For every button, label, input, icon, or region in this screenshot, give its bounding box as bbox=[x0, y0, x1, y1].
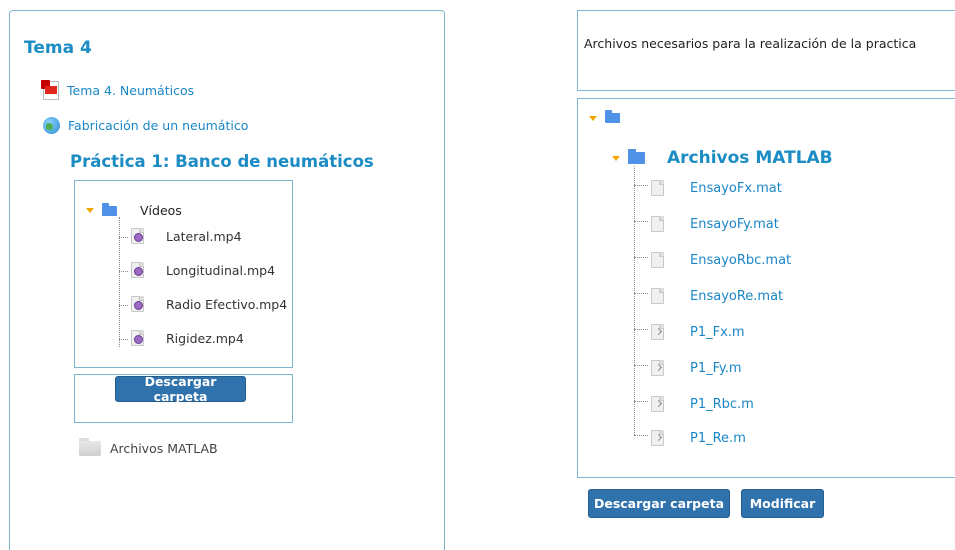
file-node[interactable]: Lateral.mp4 bbox=[131, 228, 242, 244]
file-label: P1_Fy.m bbox=[690, 360, 742, 376]
video-file-icon bbox=[131, 330, 144, 346]
video-file-icon bbox=[131, 262, 144, 278]
file-node[interactable]: Rigidez.mp4 bbox=[131, 330, 244, 346]
resource-label: Tema 4. Neumáticos bbox=[67, 83, 195, 98]
download-folder-button[interactable]: Descargar carpeta bbox=[588, 489, 730, 518]
file-node[interactable]: EnsayoRbc.mat bbox=[651, 252, 791, 268]
file-label: P1_Rbc.m bbox=[690, 396, 754, 412]
resource-label: Fabricación de un neumático bbox=[68, 118, 249, 133]
folder-label: Archivos MATLAB bbox=[110, 441, 218, 456]
file-label: EnsayoFx.mat bbox=[690, 180, 782, 196]
file-node[interactable]: EnsayoFy.mat bbox=[651, 216, 779, 232]
folder-label: Vídeos bbox=[140, 203, 182, 218]
file-node[interactable]: Longitudinal.mp4 bbox=[131, 262, 275, 278]
file-icon bbox=[651, 288, 664, 304]
modify-button[interactable]: Modificar bbox=[741, 489, 824, 518]
resource-link-pdf[interactable]: Tema 4. Neumáticos bbox=[41, 80, 195, 100]
file-node[interactable]: P1_Fx.m bbox=[651, 324, 745, 340]
folder-icon bbox=[102, 202, 117, 216]
file-node[interactable]: EnsayoFx.mat bbox=[651, 180, 782, 196]
file-label: P1_Fx.m bbox=[690, 324, 745, 340]
folder-node-matlab[interactable]: Archivos MATLAB bbox=[612, 148, 833, 168]
folder-description: Archivos necesarios para la realización … bbox=[584, 36, 917, 51]
resource-link-url[interactable]: Fabricación de un neumático bbox=[43, 117, 248, 134]
caret-down-icon[interactable] bbox=[86, 208, 94, 213]
folder-node-videos[interactable]: Vídeos bbox=[86, 202, 182, 218]
file-label: Radio Efectivo.mp4 bbox=[166, 296, 288, 312]
folder-icon bbox=[79, 438, 101, 456]
file-label: EnsayoFy.mat bbox=[690, 216, 779, 232]
folder-node-root[interactable] bbox=[589, 110, 620, 123]
globe-icon bbox=[43, 117, 60, 134]
section-title: Tema 4 bbox=[24, 38, 92, 58]
file-icon bbox=[651, 180, 664, 196]
file-label: Rigidez.mp4 bbox=[166, 330, 244, 346]
caret-down-icon[interactable] bbox=[589, 115, 597, 121]
script-file-icon bbox=[651, 430, 664, 446]
folder-tree-videos: Vídeos Lateral.mp4 Longitudinal.mp4 Radi… bbox=[74, 180, 293, 368]
caret-down-icon[interactable] bbox=[612, 155, 620, 161]
file-node[interactable]: P1_Re.m bbox=[651, 430, 746, 446]
pdf-icon bbox=[41, 80, 59, 100]
file-icon bbox=[651, 252, 664, 268]
file-label: Longitudinal.mp4 bbox=[166, 262, 276, 278]
folder-link-matlab[interactable]: Archivos MATLAB bbox=[79, 438, 218, 456]
file-node[interactable]: P1_Fy.m bbox=[651, 360, 742, 376]
folder-description-box: Archivos necesarios para la realización … bbox=[577, 10, 955, 91]
folder-icon bbox=[628, 149, 645, 164]
download-folder-button[interactable]: Descargar carpeta bbox=[115, 374, 246, 404]
script-file-icon bbox=[651, 396, 664, 412]
file-node[interactable]: P1_Rbc.m bbox=[651, 396, 754, 412]
file-label: Lateral.mp4 bbox=[166, 228, 242, 244]
video-file-icon bbox=[131, 228, 144, 244]
subsection-title: Práctica 1: Banco de neumáticos bbox=[70, 152, 374, 171]
file-label: EnsayoRbc.mat bbox=[690, 252, 792, 268]
file-label: EnsayoRe.mat bbox=[690, 288, 784, 304]
folder-icon bbox=[605, 110, 620, 123]
file-node[interactable]: EnsayoRe.mat bbox=[651, 288, 783, 304]
folder-label: Archivos MATLAB bbox=[667, 148, 833, 168]
video-file-icon bbox=[131, 296, 144, 312]
script-file-icon bbox=[651, 360, 664, 376]
folder-tree-matlab: Archivos MATLAB EnsayoFx.mat EnsayoFy.ma… bbox=[577, 98, 955, 478]
file-icon bbox=[651, 216, 664, 232]
file-node[interactable]: Radio Efectivo.mp4 bbox=[131, 296, 287, 312]
file-label: P1_Re.m bbox=[690, 430, 746, 446]
script-file-icon bbox=[651, 324, 664, 340]
